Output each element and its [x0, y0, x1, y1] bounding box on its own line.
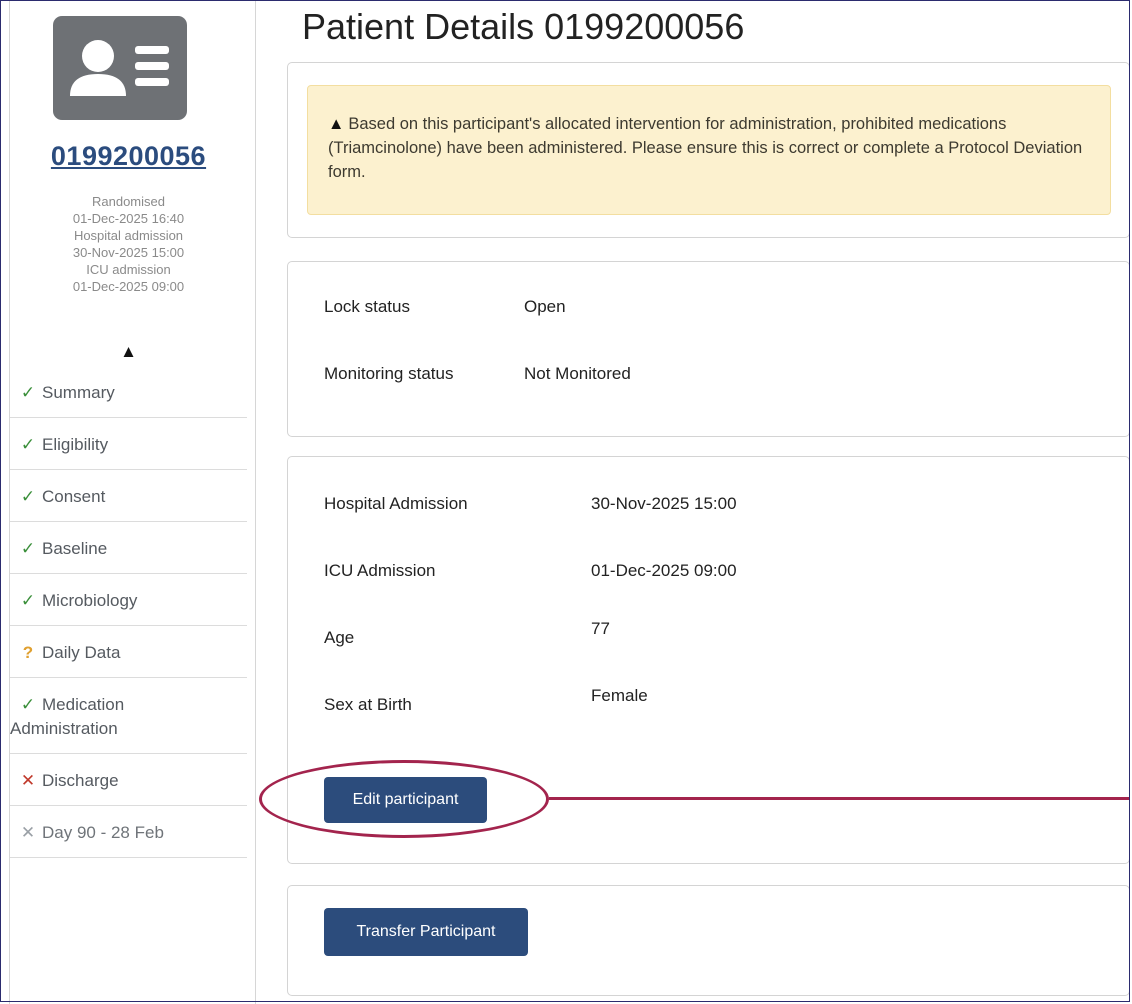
check-icon: ✓ — [20, 539, 36, 558]
hospital-admission-value: 30-Nov-2025 15:00 — [591, 494, 737, 513]
sidebar-item-baseline[interactable]: ✓ Baseline — [10, 522, 247, 574]
annotation-pointer-line — [549, 797, 1130, 800]
cross-icon: ✕ — [20, 823, 36, 842]
meta-hospital-date: 30-Nov-2025 15:00 — [72, 245, 185, 260]
icu-admission-label: ICU Admission — [324, 561, 436, 580]
sidebar-item-daily-data[interactable]: ? Daily Data — [10, 626, 247, 678]
sidebar-item-label: Microbiology — [42, 591, 138, 610]
warning-icon: ▲ — [328, 115, 345, 133]
age-label: Age — [324, 628, 355, 647]
lock-status-label: Lock status — [324, 297, 410, 316]
cross-icon: ✕ — [20, 771, 36, 790]
sidebar: 0199200056 Randomised 01-Dec-2025 16:40 … — [9, 0, 256, 1004]
meta-randomised-date: 01-Dec-2025 16:40 — [72, 211, 185, 226]
check-icon: ✓ — [20, 383, 36, 402]
sidebar-item-eligibility[interactable]: ✓ Eligibility — [10, 418, 247, 470]
sidebar-item-summary[interactable]: ✓ Summary — [10, 366, 247, 418]
sidebar-item-consent[interactable]: ✓ Consent — [10, 470, 247, 522]
monitoring-status-label: Monitoring status — [324, 364, 454, 383]
alert-text: Based on this participant's allocated in… — [328, 115, 1083, 181]
participant-id-link[interactable]: 0199200056 — [10, 141, 247, 172]
sidebar-item-label: Discharge — [42, 771, 119, 790]
check-icon: ✓ — [20, 695, 36, 714]
participant-meta: Randomised 01-Dec-2025 16:40 Hospital ad… — [10, 193, 247, 295]
check-icon: ✓ — [20, 487, 36, 506]
sidebar-item-medication-administration[interactable]: ✓ Medication Administration — [10, 678, 247, 754]
check-icon: ✓ — [20, 435, 36, 454]
sidebar-item-day-90[interactable]: ✕ Day 90 - 28 Feb — [10, 806, 247, 858]
lock-status-value: Open — [524, 297, 566, 316]
sidebar-item-label: Summary — [42, 383, 115, 402]
age-value: 77 — [591, 619, 610, 638]
transfer-participant-button[interactable]: Transfer Participant — [324, 908, 528, 956]
sidebar-item-label-line2: Administration — [10, 719, 118, 738]
sidebar-item-label: Day 90 - 28 Feb — [42, 823, 164, 842]
sex-at-birth-label: Sex at Birth — [324, 695, 412, 714]
meta-randomised-label: Randomised — [92, 194, 165, 209]
alert-card: ▲ Based on this participant's allocated i… — [287, 62, 1130, 238]
meta-icu-label: ICU admission — [86, 262, 171, 277]
annotation-highlight-ellipse — [259, 760, 549, 838]
sidebar-nav: ✓ Summary ✓ Eligibility ✓ Consent ✓ Baseline… — [10, 366, 247, 858]
sidebar-item-label: Consent — [42, 487, 106, 506]
check-icon: ✓ — [20, 591, 36, 610]
page-title: Patient Details 0199200056 — [302, 6, 745, 47]
monitoring-status-value: Not Monitored — [524, 364, 631, 383]
sidebar-item-label-line1: Medication — [42, 695, 125, 714]
status-card: Lock status Open Monitoring status Not M… — [287, 261, 1130, 437]
question-icon: ? — [22, 643, 34, 662]
sidebar-item-label: Eligibility — [42, 435, 109, 454]
patient-card-icon — [53, 16, 187, 120]
sidebar-item-label: Baseline — [42, 539, 108, 558]
sex-at-birth-value: Female — [591, 686, 648, 705]
hospital-admission-label: Hospital Admission — [324, 494, 468, 513]
meta-icu-date: 01-Dec-2025 09:00 — [72, 279, 185, 294]
meta-hospital-label: Hospital admission — [73, 228, 184, 243]
sidebar-item-label: Daily Data — [42, 643, 121, 662]
sidebar-item-discharge[interactable]: ✕ Discharge — [10, 754, 247, 806]
protocol-deviation-alert: ▲ Based on this participant's allocated i… — [307, 85, 1111, 215]
sidebar-item-microbiology[interactable]: ✓ Microbiology — [10, 574, 247, 626]
icu-admission-value: 01-Dec-2025 09:00 — [591, 561, 737, 580]
warning-icon: ▲ — [120, 342, 137, 361]
transfer-card: Transfer Participant — [287, 885, 1130, 996]
